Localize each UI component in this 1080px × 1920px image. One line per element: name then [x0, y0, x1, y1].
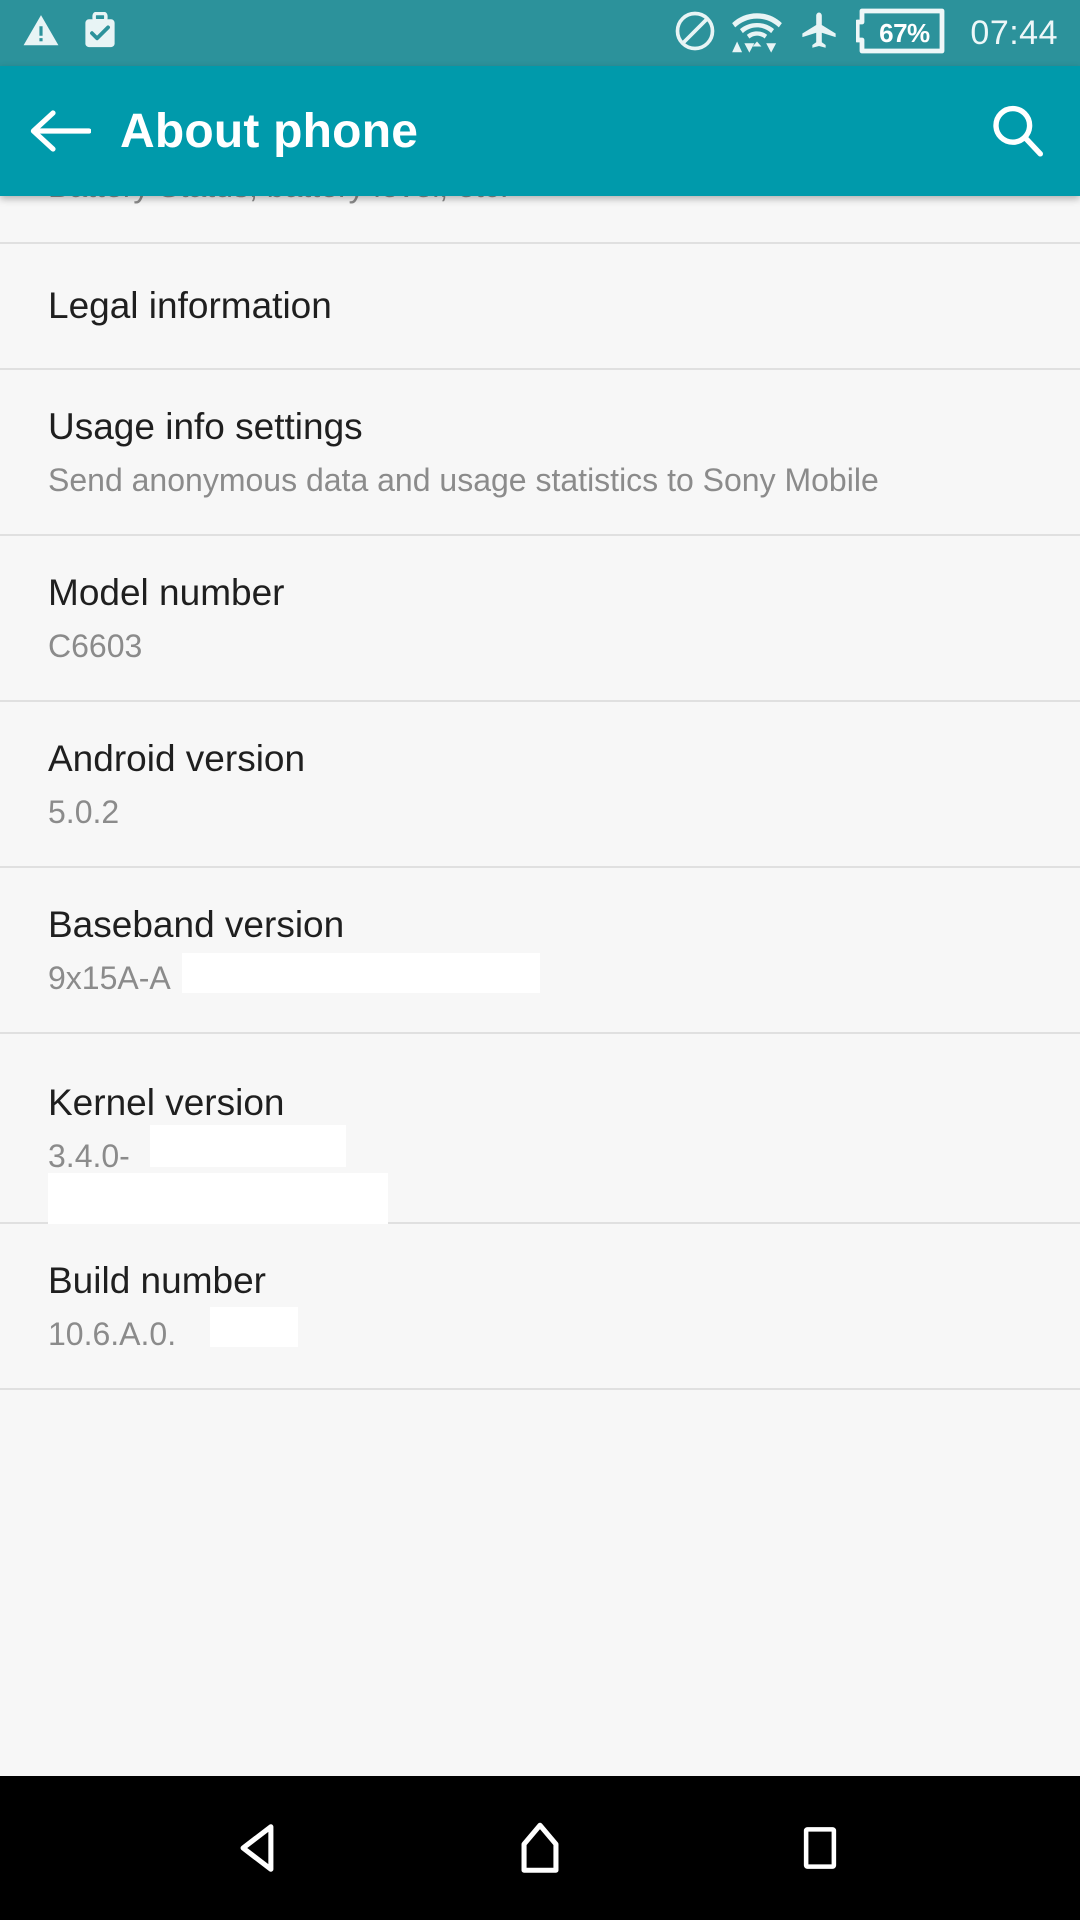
android-version-value: 5.0.2	[48, 793, 120, 830]
build-number-value: 10.6.A.0.	[48, 1306, 1032, 1353]
baseband-version-title: Baseband version	[48, 903, 345, 945]
home-icon	[521, 1822, 559, 1873]
status-bar-right-icons: 67% 07:44	[674, 8, 1058, 59]
phone-screen: 67% 07:44 About phone Battery Status, ba…	[0, 0, 1080, 1920]
square-recents-icon	[803, 1827, 837, 1869]
baseband-version-value: 9x15A-A	[48, 952, 1032, 997]
nav-back-button[interactable]	[185, 1776, 335, 1920]
list-item-legal-information[interactable]: Legal information	[0, 244, 1080, 370]
nav-home-button[interactable]	[465, 1776, 615, 1920]
page-title: About phone	[120, 104, 419, 158]
status-bar: 67% 07:44	[0, 0, 1080, 66]
wifi-with-data-activity-icon	[732, 9, 783, 58]
work-profile-briefcase-icon	[82, 11, 118, 55]
battery-icon: 67%	[855, 8, 948, 59]
redaction-block	[210, 1306, 298, 1347]
model-number-value: C6603	[48, 627, 143, 664]
airplane-mode-icon	[798, 9, 840, 58]
nav-recents-button[interactable]	[745, 1776, 895, 1920]
list-item-status[interactable]: Battery Status, battery level, etc.	[0, 196, 1080, 244]
back-arrow-icon	[30, 110, 91, 152]
navigation-bar	[0, 1776, 1080, 1920]
list-item-android-version[interactable]: Android version 5.0.2	[0, 702, 1080, 868]
battery-percent-label: 67%	[879, 17, 930, 48]
list-item-build-number[interactable]: Build number 10.6.A.0.	[0, 1224, 1080, 1390]
settings-list-inner: Battery Status, battery level, etc. Lega…	[0, 196, 1080, 1390]
status-subtitle: Battery Status, battery level, etc.	[48, 196, 1032, 205]
list-item-model-number[interactable]: Model number C6603	[0, 536, 1080, 702]
usage-info-settings-subtitle: Send anonymous data and usage statistics…	[48, 461, 879, 498]
back-button[interactable]	[0, 107, 120, 155]
android-version-title: Android version	[48, 737, 306, 779]
build-number-title: Build number	[48, 1259, 267, 1301]
redaction-block	[48, 1172, 388, 1225]
list-item-baseband-version[interactable]: Baseband version 9x15A-A	[0, 868, 1080, 1034]
legal-information-title: Legal information	[48, 285, 332, 327]
redaction-block	[150, 1124, 346, 1167]
usage-info-settings-title: Usage info settings	[48, 405, 363, 447]
kernel-version-value: 3.4.0-	[48, 1124, 1032, 1225]
status-bar-left-icons	[22, 11, 118, 55]
search-icon	[993, 105, 1044, 157]
kernel-version-title: Kernel version	[48, 1081, 285, 1123]
triangle-back-icon	[240, 1824, 274, 1872]
settings-list[interactable]: Battery Status, battery level, etc. Lega…	[0, 196, 1080, 1448]
redaction-block	[182, 952, 540, 993]
search-button[interactable]	[954, 103, 1080, 159]
list-item-kernel-version[interactable]: Kernel version 3.4.0-	[0, 1034, 1080, 1225]
warning-triangle-icon	[22, 12, 60, 55]
list-item-usage-info-settings[interactable]: Usage info settings Send anonymous data …	[0, 370, 1080, 536]
app-bar: About phone	[0, 66, 1080, 196]
status-bar-clock: 07:44	[970, 14, 1058, 52]
model-number-title: Model number	[48, 571, 285, 613]
do-not-disturb-icon	[674, 10, 716, 57]
